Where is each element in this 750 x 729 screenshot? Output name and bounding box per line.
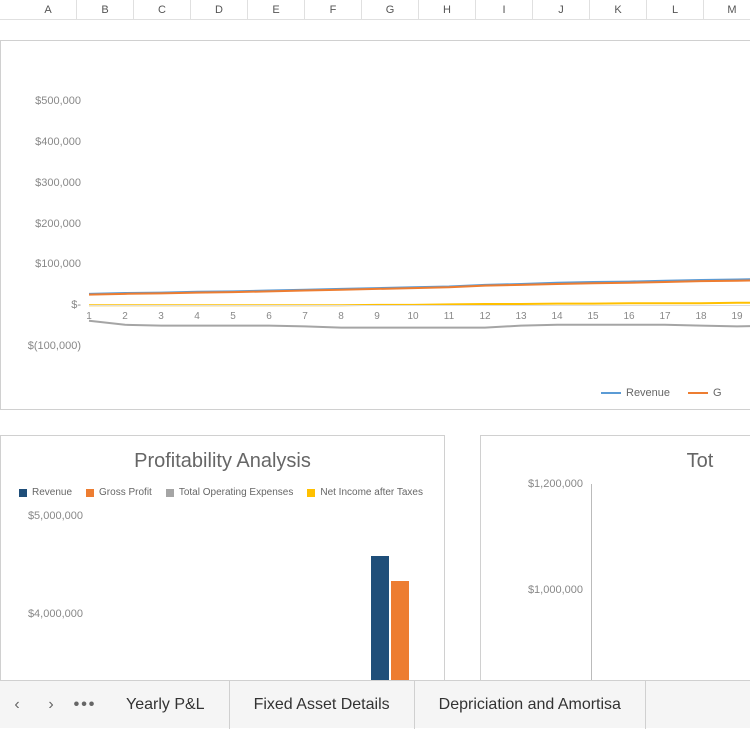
total-chart-yaxis [591, 484, 592, 680]
column-header[interactable]: E [248, 0, 305, 19]
y-axis-tick: $200,000 [35, 218, 81, 230]
sheet-tab-bar: ‹ › ••• Yearly P&L Fixed Asset Details D… [0, 680, 750, 728]
y2-tick-5m: $5,000,000 [28, 510, 83, 522]
row-corner [0, 0, 20, 19]
x-axis-tick: 19 [731, 311, 742, 322]
y3-tick-12: $1,200,000 [528, 478, 583, 490]
legend2-net: Net Income after Taxes [307, 487, 423, 498]
tab-fixed-asset[interactable]: Fixed Asset Details [230, 681, 415, 729]
legend2-gross: Gross Profit [86, 487, 152, 498]
tab-nav-prev[interactable]: ‹ [0, 681, 34, 729]
column-header[interactable]: C [134, 0, 191, 19]
y-axis-tick: $500,000 [35, 95, 81, 107]
x-axis-tick: 3 [158, 311, 164, 322]
tab-nav-next[interactable]: › [34, 681, 68, 729]
x-axis-tick: 13 [515, 311, 526, 322]
worksheet-area: $(100,000) $- $100,000 $200,000 $300,000 $400… [0, 20, 750, 680]
x-axis-tick: 9 [374, 311, 380, 322]
legend2-label-net: Net Income after Taxes [320, 487, 423, 498]
x-axis-tick: 16 [623, 311, 634, 322]
y-axis-tick: $100,000 [35, 258, 81, 270]
y-axis-tick: $400,000 [35, 136, 81, 148]
swatch-gross [86, 489, 94, 497]
legend2-revenue: Revenue [19, 487, 72, 498]
chart-series-revenue [89, 274, 750, 294]
profitability-plot: $5,000,000 $4,000,000 $3,000,000 [91, 516, 421, 680]
legend-revenue: Revenue [601, 387, 670, 399]
column-header[interactable]: M [704, 0, 750, 19]
chevron-right-icon: › [48, 696, 53, 714]
y2-tick-4m: $4,000,000 [28, 608, 83, 620]
y-axis-tick: $(100,000) [28, 340, 81, 352]
x-axis-tick: 12 [479, 311, 490, 322]
total-chart-title: Tot [481, 450, 750, 473]
tab-label: Fixed Asset Details [254, 696, 390, 714]
column-header[interactable]: K [590, 0, 647, 19]
tab-yearly-pl[interactable]: Yearly P&L [102, 681, 230, 729]
swatch-exp [166, 489, 174, 497]
column-header[interactable]: G [362, 0, 419, 19]
column-header[interactable]: H [419, 0, 476, 19]
column-header[interactable]: D [191, 0, 248, 19]
column-header[interactable]: I [476, 0, 533, 19]
column-header-row: ABCDEFGHIJKLM [0, 0, 750, 20]
legend-swatch-gross [688, 392, 708, 394]
swatch-net [307, 489, 315, 497]
bar-revenue [371, 556, 389, 680]
y-axis-tick: $300,000 [35, 177, 81, 189]
x-axis-tick: 4 [194, 311, 200, 322]
profitability-title: Profitability Analysis [1, 450, 444, 473]
legend2-label-gross: Gross Profit [99, 487, 152, 498]
line-chart-legend: Revenue G [601, 387, 722, 399]
chevron-left-icon: ‹ [14, 696, 19, 714]
ellipsis-icon: ••• [74, 696, 97, 714]
profitability-chart[interactable]: Profitability Analysis Revenue Gross Pro… [0, 435, 445, 680]
x-axis-tick: 8 [338, 311, 344, 322]
bar-gross [391, 581, 409, 680]
tab-nav-more[interactable]: ••• [68, 681, 102, 729]
column-header[interactable]: A [20, 0, 77, 19]
column-header[interactable]: L [647, 0, 704, 19]
line-chart[interactable]: $(100,000) $- $100,000 $200,000 $300,000 $400… [0, 40, 750, 410]
chart-series-total-operating-expenses [89, 317, 750, 328]
x-axis-tick: 10 [407, 311, 418, 322]
x-axis-tick: 14 [551, 311, 562, 322]
x-axis-tick: 18 [695, 311, 706, 322]
tab-label: Depriciation and Amortisa [439, 696, 621, 714]
x-axis-tick: 17 [659, 311, 670, 322]
tab-depreciation[interactable]: Depriciation and Amortisa [415, 681, 646, 729]
line-chart-plot: $(100,000)$-$100,000$200,000$300,000$400… [89, 81, 750, 346]
swatch-revenue [19, 489, 27, 497]
x-axis-tick: 6 [266, 311, 272, 322]
total-chart[interactable]: Tot $1,200,000 $1,000,000 $800,000 [480, 435, 750, 680]
legend-label-revenue: Revenue [626, 387, 670, 399]
y3-tick-10: $1,000,000 [528, 584, 583, 596]
x-axis-tick: 1 [86, 311, 92, 322]
line-chart-svg [89, 81, 750, 346]
x-axis-tick: 2 [122, 311, 128, 322]
tab-label: Yearly P&L [126, 696, 205, 714]
legend-label-gross: G [713, 387, 722, 399]
x-axis-tick: 15 [587, 311, 598, 322]
total-chart-plot: $1,200,000 $1,000,000 $800,000 [591, 484, 750, 680]
profitability-legend: Revenue Gross Profit Total Operating Exp… [19, 487, 432, 498]
legend2-exp: Total Operating Expenses [166, 487, 294, 498]
legend2-label-revenue: Revenue [32, 487, 72, 498]
legend-swatch-revenue [601, 392, 621, 394]
column-header[interactable]: F [305, 0, 362, 19]
legend-gross: G [688, 387, 722, 399]
x-axis-tick: 5 [230, 311, 236, 322]
column-header[interactable]: B [77, 0, 134, 19]
x-axis-line [89, 305, 750, 306]
column-header[interactable]: J [533, 0, 590, 19]
y-axis-tick: $- [71, 299, 81, 311]
x-axis-tick: 7 [302, 311, 308, 322]
x-axis-tick: 11 [444, 311, 454, 322]
legend2-label-exp: Total Operating Expenses [179, 487, 294, 498]
